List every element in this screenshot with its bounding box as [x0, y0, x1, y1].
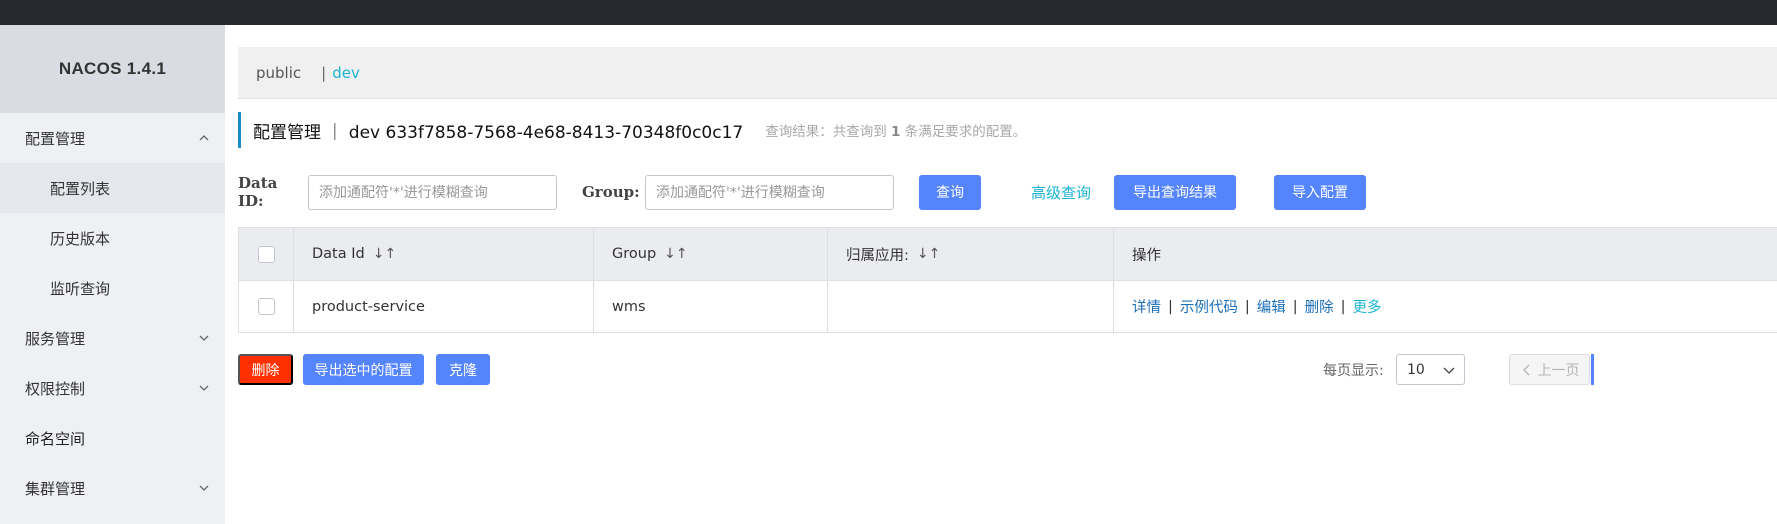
- chevron-down-icon: [197, 481, 211, 495]
- table-header-row: Data Id ↓↑ Group ↓↑ 归属应用: ↓↑ 操作: [239, 228, 1777, 280]
- clone-button[interactable]: 克隆: [436, 354, 490, 385]
- column-label: 操作: [1132, 247, 1161, 264]
- action-separator: |: [1340, 298, 1346, 315]
- data-id-input[interactable]: 添加通配符'*'进行模糊查询: [308, 174, 557, 210]
- config-table: Data Id ↓↑ Group ↓↑ 归属应用: ↓↑ 操作 product-…: [238, 227, 1777, 333]
- delete-link[interactable]: 删除: [1305, 296, 1334, 317]
- more-link[interactable]: 更多: [1353, 296, 1382, 317]
- chevron-up-icon: [197, 131, 211, 145]
- column-header-data-id[interactable]: Data Id ↓↑: [294, 228, 594, 280]
- next-page-button-edge[interactable]: [1591, 354, 1594, 385]
- chevron-down-icon: [1442, 363, 1456, 377]
- sidebar-item-cluster-management[interactable]: 集群管理: [0, 463, 225, 513]
- column-label: Group: [612, 246, 657, 262]
- column-label: Data Id: [312, 246, 365, 262]
- sidebar-item-history[interactable]: 历史版本: [0, 213, 225, 263]
- column-header-group[interactable]: Group ↓↑: [594, 228, 828, 280]
- chevron-down-icon: [197, 381, 211, 395]
- export-results-button[interactable]: 导出查询结果: [1114, 174, 1237, 210]
- query-result-summary: 查询结果：共查询到 1 条满足要求的配置。: [765, 120, 1026, 140]
- prev-page-button[interactable]: 上一页: [1509, 354, 1590, 385]
- advanced-query-link[interactable]: 高级查询: [1031, 182, 1091, 203]
- namespace-dev-link[interactable]: dev: [332, 64, 360, 82]
- result-suffix: 条满足要求的配置。: [904, 124, 1027, 140]
- page-size-label: 每页显示:: [1323, 362, 1384, 379]
- table-footer: 删除 导出选中的配置 克隆 每页显示: 10 上一页: [238, 354, 1777, 386]
- namespace-separator: |: [321, 63, 327, 82]
- sort-icon[interactable]: ↓↑: [664, 246, 687, 262]
- sidebar-item-label: 服务管理: [25, 329, 86, 348]
- action-separator: |: [1168, 298, 1173, 315]
- column-header-actions: 操作: [1114, 228, 1777, 280]
- namespace-bar: public | dev: [238, 47, 1777, 99]
- sidebar-item-label: 集群管理: [25, 479, 86, 498]
- prev-page-label: 上一页: [1537, 362, 1580, 379]
- row-select-cell: [239, 281, 294, 332]
- group-label: Group:: [582, 183, 640, 201]
- table-row: product-service wms 详情 | 示例代码 | 编辑 | 删除 …: [239, 280, 1777, 332]
- action-separator: |: [1292, 298, 1298, 315]
- sidebar-item-config-management[interactable]: 配置管理: [0, 113, 225, 163]
- result-count: 1: [891, 124, 901, 140]
- namespace-public-link[interactable]: public: [256, 64, 301, 82]
- sidebar-item-label: 权限控制: [25, 379, 86, 398]
- sidebar-item-label: 监听查询: [50, 279, 111, 298]
- sidebar-item-access-control[interactable]: 权限控制: [0, 363, 225, 413]
- sidebar-item-label: 配置管理: [25, 129, 86, 148]
- sidebar-item-service-management[interactable]: 服务管理: [0, 313, 225, 363]
- query-button[interactable]: 查询: [919, 174, 981, 210]
- cell-data-id: product-service: [294, 281, 594, 332]
- detail-link[interactable]: 详情: [1132, 296, 1161, 317]
- chevron-down-icon: [197, 331, 211, 345]
- sidebar: NACOS 1.4.1 配置管理 配置列表 历史版本 监听查询 服务管理 权限控…: [0, 25, 225, 524]
- cell-app: [828, 281, 1114, 332]
- sidebar-item-config-list[interactable]: 配置列表: [0, 163, 225, 213]
- select-all-cell: [239, 228, 294, 280]
- sort-icon[interactable]: ↓↑: [917, 246, 940, 262]
- export-selected-button[interactable]: 导出选中的配置: [303, 354, 424, 385]
- sort-icon[interactable]: ↓↑: [373, 246, 396, 262]
- sidebar-item-label: 命名空间: [25, 429, 86, 448]
- group-input[interactable]: 添加通配符'*'进行模糊查询: [645, 174, 894, 210]
- main-content: public | dev 配置管理 ｜ dev 633f7858-7568-4e…: [225, 25, 1777, 524]
- action-separator: |: [1244, 298, 1250, 315]
- result-prefix: 查询结果：共查询到: [765, 124, 887, 140]
- page-title: 配置管理 ｜ dev 633f7858-7568-4e68-8413-70348…: [253, 122, 744, 143]
- row-checkbox[interactable]: [257, 298, 275, 315]
- cell-group: wms: [594, 281, 828, 332]
- sample-code-link[interactable]: 示例代码: [1180, 296, 1238, 317]
- select-all-checkbox[interactable]: [257, 245, 275, 263]
- page-size-select[interactable]: 10: [1396, 354, 1465, 385]
- sidebar-item-label: 配置列表: [50, 179, 111, 198]
- column-label: 归属应用:: [846, 247, 909, 264]
- top-bar: [0, 0, 1777, 25]
- data-id-label: Data ID:: [238, 174, 278, 210]
- sidebar-item-namespace[interactable]: 命名空间: [0, 413, 225, 463]
- cell-actions: 详情 | 示例代码 | 编辑 | 删除 | 更多: [1114, 281, 1777, 332]
- delete-selected-button[interactable]: 删除: [238, 354, 293, 385]
- sidebar-item-label: 历史版本: [50, 229, 111, 248]
- page-size-value: 10: [1407, 361, 1425, 378]
- page-header: 配置管理 ｜ dev 633f7858-7568-4e68-8413-70348…: [238, 112, 1777, 148]
- import-config-button[interactable]: 导入配置: [1274, 174, 1367, 210]
- brand-logo: NACOS 1.4.1: [0, 25, 225, 113]
- search-bar: Data ID: 添加通配符'*'进行模糊查询 Group: 添加通配符'*'进…: [238, 172, 1777, 212]
- edit-link[interactable]: 编辑: [1257, 296, 1286, 317]
- sidebar-item-listener-query[interactable]: 监听查询: [0, 263, 225, 313]
- chevron-left-icon: [1520, 363, 1534, 377]
- column-header-app[interactable]: 归属应用: ↓↑: [828, 228, 1114, 280]
